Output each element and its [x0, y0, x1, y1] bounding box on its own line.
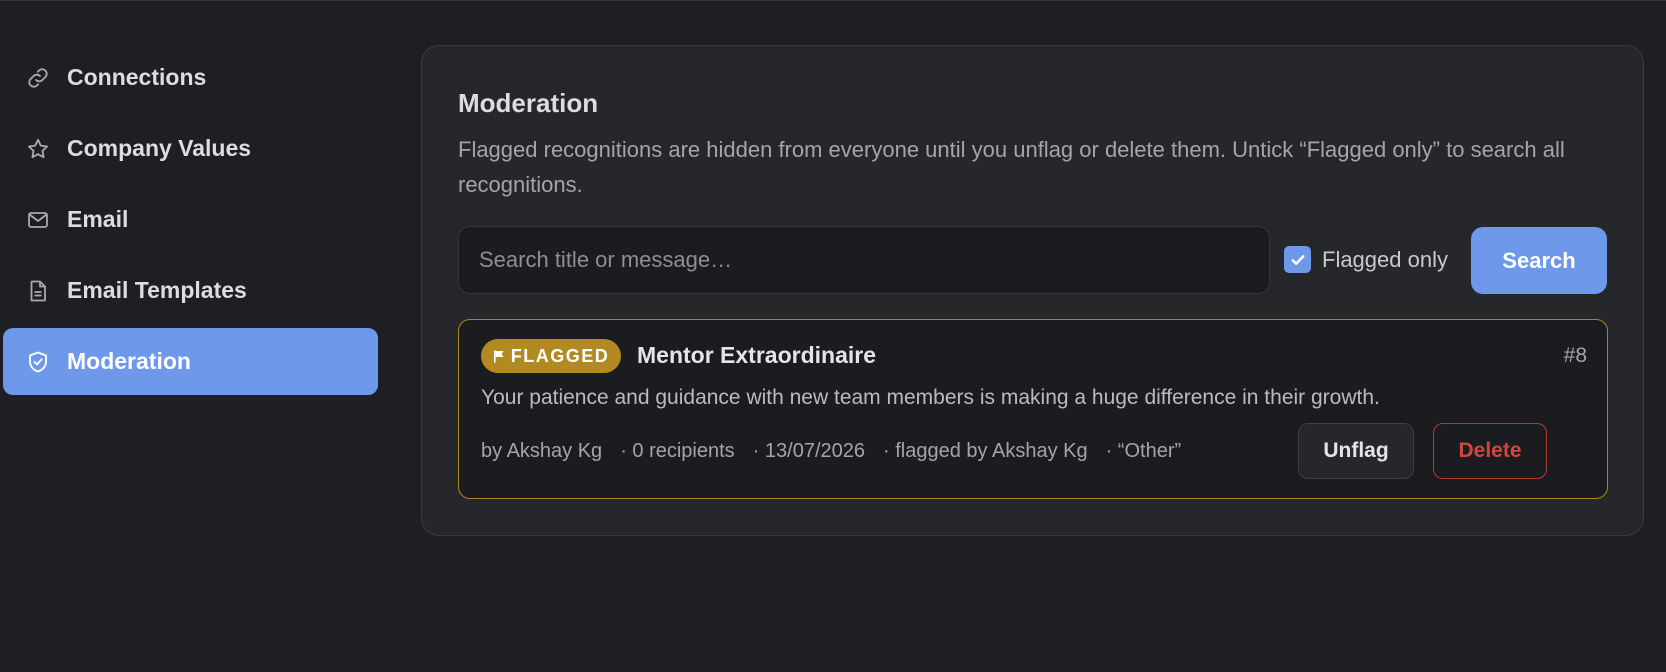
page-description: Flagged recognitions are hidden from eve…	[458, 137, 1565, 197]
page-title: Moderation	[458, 88, 599, 118]
sidebar-item-company-values[interactable]: Company Values	[3, 115, 378, 182]
sidebar-item-label: Company Values	[67, 135, 252, 161]
recognition-meta: by Akshay Kg · 0 recipients · 13/07/2026…	[481, 440, 1199, 463]
status-badge: FLAGGED	[481, 339, 621, 373]
sidebar-item-label: Email	[67, 206, 129, 232]
sidebar-item-label: Email Templates	[67, 277, 247, 303]
unflag-button[interactable]: Unflag	[1298, 423, 1414, 479]
shield-check-icon	[25, 349, 51, 375]
document-icon	[25, 278, 51, 304]
status-badge-label: FLAGGED	[510, 345, 610, 366]
recognition-author: by Akshay Kg	[481, 440, 603, 462]
checkbox-checked-icon[interactable]	[1284, 246, 1311, 273]
settings-sidebar: Connections Company Values Email Email T…	[3, 44, 378, 399]
recognition-flag-reason: · “Other”	[1105, 440, 1182, 462]
link-icon	[25, 65, 51, 91]
recognition-flagged-by: · flagged by Akshay Kg	[883, 440, 1088, 462]
sidebar-item-email[interactable]: Email	[3, 186, 378, 253]
flagged-only-label: Flagged only	[1322, 246, 1448, 272]
recognition-message: Your patience and guidance with new team…	[481, 386, 1380, 409]
sidebar-item-label: Connections	[67, 64, 207, 90]
moderation-panel: Moderation Flagged recognitions are hidd…	[421, 45, 1644, 536]
recognition-recipients: · 0 recipients	[620, 440, 735, 462]
search-input[interactable]	[458, 226, 1270, 294]
sidebar-item-connections[interactable]: Connections	[3, 44, 378, 111]
sidebar-item-moderation[interactable]: Moderation	[3, 328, 378, 395]
flagged-only-checkbox[interactable]: Flagged only	[1284, 246, 1448, 273]
recognition-title: Mentor Extraordinaire	[637, 342, 876, 368]
recognition-id: #8	[1563, 344, 1587, 367]
recognition-date: · 13/07/2026	[752, 440, 866, 462]
star-icon	[25, 136, 51, 162]
top-divider	[0, 0, 1666, 1]
sidebar-item-email-templates[interactable]: Email Templates	[3, 257, 378, 324]
mail-icon	[25, 207, 51, 233]
flag-icon	[493, 350, 505, 363]
delete-button[interactable]: Delete	[1433, 423, 1547, 479]
sidebar-item-label: Moderation	[67, 348, 191, 374]
flagged-recognition-card: FLAGGED Mentor Extraordinaire #8 Your pa…	[458, 319, 1608, 499]
search-button[interactable]: Search	[1471, 227, 1607, 294]
